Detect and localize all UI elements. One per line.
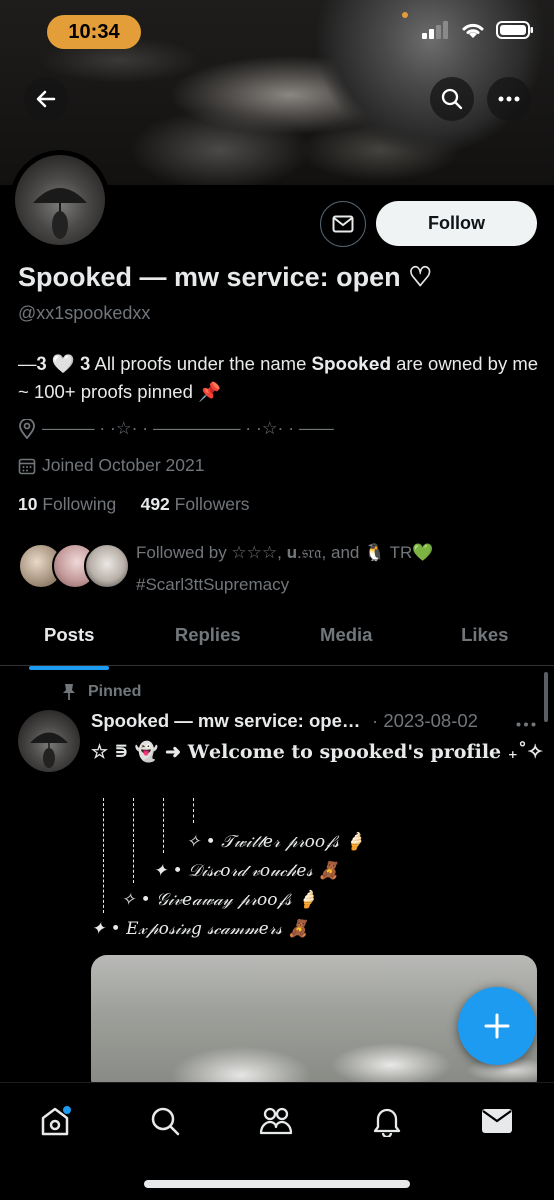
scrollbar[interactable] <box>544 672 548 722</box>
followed-by-text[interactable]: Followed by ☆☆☆, 𝐮.𝔰𝔯𝔞, and 🐧 TR💚 #Scarl… <box>136 537 536 601</box>
umbrella-figure-icon <box>33 188 87 239</box>
tab-media[interactable]: Media <box>277 610 416 665</box>
umbrella-figure-icon <box>30 732 68 768</box>
followers-count: 492 <box>140 494 170 514</box>
list-item: ✦ • 𝐸𝓍𝓅𝑜𝓈𝒾𝓃𝑔 𝓈𝒸𝒶𝓂𝓂𝑒𝓇𝓈 🧸 <box>91 919 309 939</box>
location-text: ——— · ·☆· · ————— · ·☆· · —— <box>42 418 334 438</box>
calendar-icon <box>18 458 36 474</box>
post-text-line: ☆ ⋾ 👻 ➜ 𝐖𝐞𝐥𝐜𝐨𝐦𝐞 𝐭𝐨 𝐬𝐩𝐨𝐨𝐤𝐞𝐝'𝐬 𝐩𝐫𝐨𝐟𝐢𝐥𝐞 ₊˚✧ <box>91 741 544 763</box>
arrow-left-icon <box>36 90 56 108</box>
compose-button[interactable] <box>458 987 536 1065</box>
tab-replies[interactable]: Replies <box>139 610 278 665</box>
pin-icon <box>63 684 75 700</box>
location-row: ——— · ·☆· · ————— · ·☆· · —— <box>18 418 334 439</box>
status-icons <box>422 20 534 40</box>
post-author-name[interactable]: Spooked — mw service: open ♡ <box>91 710 366 732</box>
mail-icon <box>332 215 354 233</box>
post-author-avatar[interactable] <box>18 710 80 772</box>
home-indicator[interactable] <box>144 1180 410 1188</box>
followers-link[interactable]: 492 Followers <box>141 494 250 514</box>
divider <box>193 798 194 823</box>
communities-icon <box>259 1107 293 1135</box>
status-time: 10:34 <box>47 15 141 49</box>
profile-bio: —𝟑 🤍 𝟑 All proofs under the name 𝐒𝐩𝐨𝐨𝐤𝐞𝐝… <box>18 353 539 402</box>
profile-name: Spooked — mw service: open ♡ <box>18 262 433 292</box>
avatar <box>84 543 130 589</box>
joined-row: Joined October 2021 <box>18 455 204 476</box>
bell-icon <box>373 1108 401 1137</box>
wifi-icon <box>462 23 484 38</box>
divider <box>163 798 164 853</box>
signal-icon <box>422 21 448 39</box>
profile-avatar[interactable] <box>10 150 110 250</box>
follow-counts: 10 Following 492 Followers <box>18 494 250 515</box>
plus-icon <box>484 1013 510 1039</box>
pinned-indicator: Pinned <box>62 683 141 701</box>
following-count: 10 <box>18 494 38 514</box>
more-options-button[interactable] <box>487 77 531 121</box>
avatar-image <box>15 155 105 245</box>
nav-notifications[interactable] <box>367 1101 407 1141</box>
list-item: ✧ • 𝒢𝒾𝓋𝑒𝒶𝓌𝒶𝓎 𝓅𝓇𝑜𝑜𝒻𝓈 🍦 <box>121 890 318 910</box>
nav-communities[interactable] <box>256 1101 296 1141</box>
more-horizontal-icon <box>498 96 520 102</box>
post-date: · 2023-08-02 <box>372 710 478 731</box>
message-button[interactable] <box>320 201 366 247</box>
location-pin-icon <box>19 418 35 439</box>
followed-by-avatars[interactable] <box>18 543 130 591</box>
nav-home[interactable] <box>35 1101 75 1141</box>
following-label: Following <box>42 494 117 514</box>
search-button[interactable] <box>430 77 474 121</box>
divider <box>133 798 134 883</box>
post-header: Spooked — mw service: open ♡ · 2023-08-0… <box>91 710 536 732</box>
profile-tabs: Posts Replies Media Likes <box>0 610 554 666</box>
post-more-button[interactable] <box>516 711 536 732</box>
tab-likes[interactable]: Likes <box>416 610 554 665</box>
privacy-indicator <box>402 12 408 18</box>
nav-search[interactable] <box>145 1101 185 1141</box>
mail-icon <box>482 1109 512 1133</box>
tab-posts[interactable]: Posts <box>0 610 139 665</box>
pinned-label: Pinned <box>88 683 142 700</box>
search-icon <box>151 1107 180 1136</box>
battery-icon <box>496 21 533 39</box>
following-link[interactable]: 10 Following <box>18 494 116 514</box>
post-date-text: 2023-08-02 <box>383 710 478 731</box>
joined-text: Joined October 2021 <box>42 455 205 475</box>
followers-label: Followers <box>174 494 250 514</box>
list-item: ✧ • 𝒯𝓌𝒾𝓉𝓉𝑒𝓇 𝓅𝓇𝑜𝑜𝒻𝓈 🍦 <box>186 832 366 852</box>
more-horizontal-icon <box>516 722 536 726</box>
profile-handle: @xx1spookedxx <box>18 303 151 323</box>
list-item: ✦ • 𝒟𝒾𝓈𝒸𝑜𝓇𝒹 𝓋𝑜𝓊𝒸𝒽𝑒𝓈 🧸 <box>153 861 340 881</box>
follow-button[interactable]: Follow <box>376 201 537 246</box>
nav-messages[interactable] <box>477 1101 517 1141</box>
divider <box>103 798 104 913</box>
search-icon <box>441 88 463 110</box>
back-button[interactable] <box>24 77 68 121</box>
home-icon <box>41 1106 71 1136</box>
